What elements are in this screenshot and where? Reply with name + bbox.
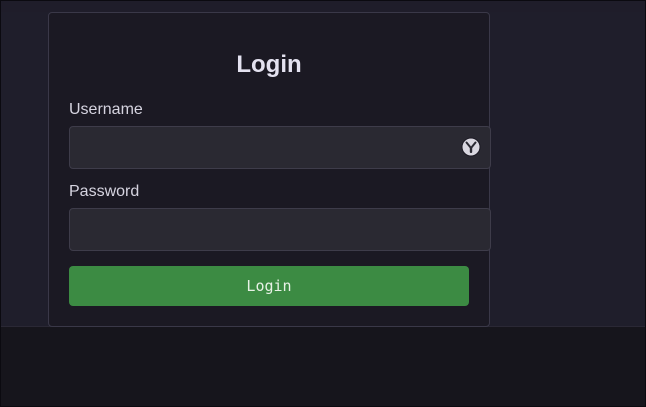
password-label: Password (69, 183, 140, 200)
password-manager-key-icon[interactable] (460, 136, 482, 158)
page-footer-area (1, 327, 645, 406)
browser-viewport: Login Username Password Login (0, 0, 646, 407)
username-label: Username (69, 101, 143, 118)
username-input[interactable] (69, 126, 491, 169)
login-title: Login (236, 51, 302, 78)
login-button[interactable]: Login (69, 266, 469, 306)
password-input[interactable] (69, 208, 491, 251)
login-card: Login Username Password Login (48, 12, 491, 327)
